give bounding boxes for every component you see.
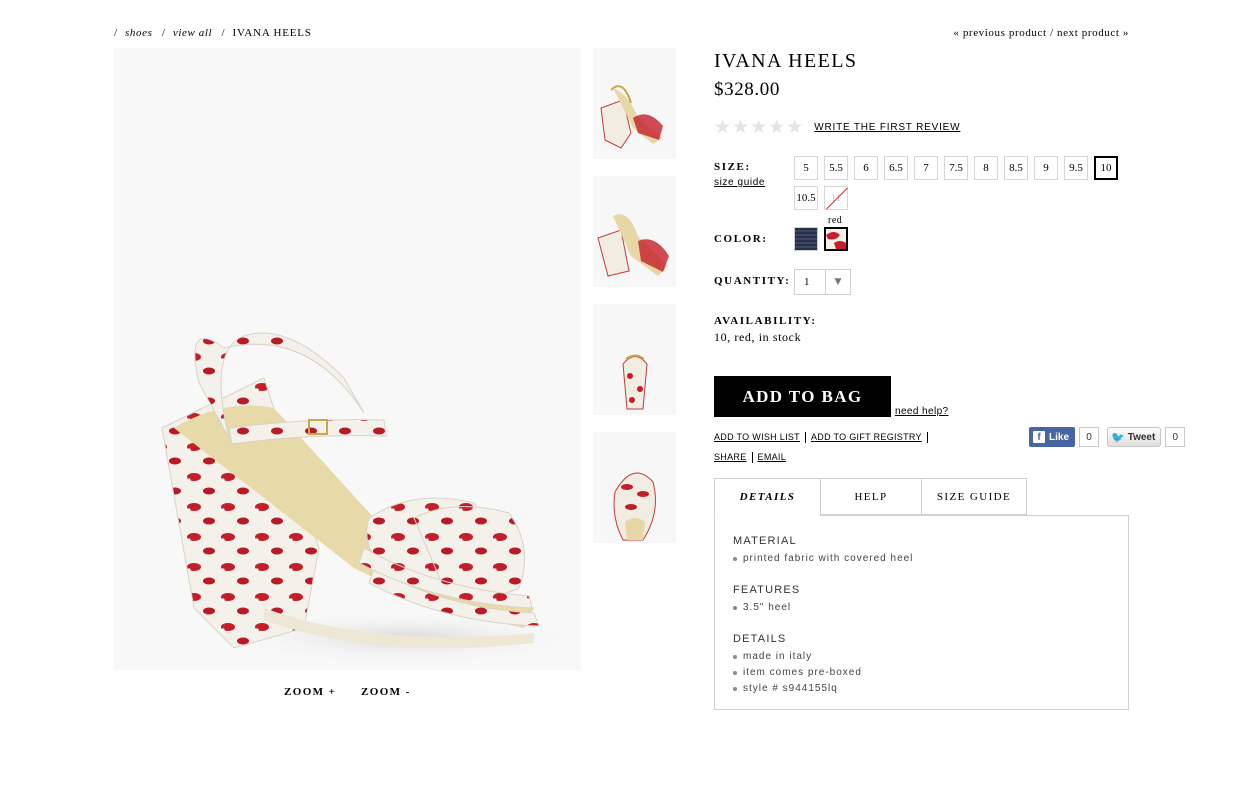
next-product-link[interactable]: next product » <box>1057 27 1129 39</box>
quantity-label: QUANTITY: <box>714 275 791 287</box>
color-selector <box>794 227 854 251</box>
add-to-bag-button[interactable]: ADD TO BAG <box>714 376 891 417</box>
like-count: 0 <box>1079 427 1100 447</box>
chevron-down-icon[interactable]: ▼ <box>825 270 850 294</box>
thumbnail-shoe-image <box>613 472 656 541</box>
tab-help[interactable]: HELP <box>820 478 921 515</box>
size-selector: 5 5.5 6 6.5 7 7.5 8 8.5 9 9.5 10 10.5 11 <box>794 156 1134 216</box>
product-price: $328.00 <box>714 79 780 100</box>
zoom-in-button[interactable]: ZOOM + <box>284 686 336 698</box>
breadcrumb: / shoes / view all / IVANA HEELS <box>114 27 312 39</box>
link-divider <box>804 432 806 444</box>
breadcrumb-current: IVANA HEELS <box>232 27 312 39</box>
link-divider <box>926 432 928 444</box>
tab-details[interactable]: DETAILS <box>714 478 820 516</box>
section-heading: FEATURES <box>733 584 801 596</box>
availability-label: AVAILABILITY: <box>714 315 817 327</box>
thumbnail-shoe-image <box>597 214 669 277</box>
product-title: IVANA HEELS <box>714 50 858 72</box>
detail-item: style # s944155lq <box>733 681 1110 697</box>
add-to-gift-registry-link[interactable]: ADD TO GIFT REGISTRY <box>811 432 922 442</box>
thumbnail-back-view[interactable] <box>593 304 676 415</box>
size-option-unavailable[interactable]: 11 <box>824 186 848 210</box>
size-guide-link[interactable]: size guide <box>714 177 765 188</box>
need-help-link[interactable]: need help? <box>895 406 949 417</box>
size-option[interactable]: 9 <box>1034 156 1058 180</box>
thumbnail-front-view[interactable] <box>593 176 676 287</box>
breadcrumb-shoes[interactable]: shoes <box>125 27 152 39</box>
breadcrumb-separator: / <box>161 27 166 39</box>
swatch-pattern <box>826 229 846 249</box>
facebook-like-widget: f Like 0 <box>1029 427 1100 447</box>
size-option[interactable]: 5 <box>794 156 818 180</box>
size-option[interactable]: 7 <box>914 156 938 180</box>
thumbnail-shoe-image <box>622 354 648 410</box>
breadcrumb-separator: / <box>221 27 226 39</box>
tweet-count: 0 <box>1165 427 1186 447</box>
size-option[interactable]: 8 <box>974 156 998 180</box>
thumbnail-shoe-image <box>600 85 663 149</box>
share-link[interactable]: SHARE <box>714 452 747 462</box>
size-option-selected[interactable]: 10 <box>1094 156 1118 180</box>
section-heading: DETAILS <box>733 633 787 645</box>
details-panel: MATERIAL printed fabric with covered hee… <box>714 515 1129 710</box>
thumbnail-top-view[interactable] <box>593 432 676 543</box>
size-option[interactable]: 6 <box>854 156 878 180</box>
write-review-link[interactable]: WRITE THE FIRST REVIEW <box>814 122 960 133</box>
color-label: COLOR: <box>714 233 768 245</box>
previous-product-link[interactable]: « previous product <box>953 27 1046 39</box>
detail-item: 3.5" heel <box>733 600 1110 616</box>
size-label: SIZE: <box>714 161 751 173</box>
size-option[interactable]: 5.5 <box>824 156 848 180</box>
size-option[interactable]: 8.5 <box>1004 156 1028 180</box>
product-info: IVANA HEELS $328.00 <box>714 50 1134 101</box>
selected-color-name: red <box>828 215 843 226</box>
details-section-material: MATERIAL printed fabric with covered hee… <box>733 535 1110 567</box>
size-option[interactable]: 10.5 <box>794 186 818 210</box>
color-swatch-red[interactable] <box>824 227 848 251</box>
thumbnail-list <box>593 48 676 560</box>
link-divider <box>751 452 753 464</box>
share-links: SHARE EMAIL <box>714 452 787 464</box>
breadcrumb-separator: / <box>114 27 118 39</box>
zoom-out-button[interactable]: ZOOM - <box>361 686 411 698</box>
facebook-icon: f <box>1033 431 1045 443</box>
thumbnail-side-view[interactable] <box>593 48 676 159</box>
star-icon[interactable]: ★ <box>750 118 767 137</box>
detail-item: printed fabric with covered heel <box>733 551 1110 567</box>
color-swatch-navy[interactable] <box>794 227 818 251</box>
twitter-bird-icon: 🐦 <box>1111 431 1125 444</box>
details-section-details: DETAILS made in italy item comes pre-box… <box>733 633 1110 697</box>
add-to-wish-list-link[interactable]: ADD TO WISH LIST <box>714 432 800 442</box>
detail-item: made in italy <box>733 649 1110 665</box>
tweet-button[interactable]: 🐦 Tweet <box>1107 427 1162 447</box>
shoe-illustration <box>161 332 581 666</box>
quantity-value: 1 <box>804 276 810 288</box>
size-option[interactable]: 9.5 <box>1064 156 1088 180</box>
availability-value: 10, red, in stock <box>714 330 802 344</box>
details-section-features: FEATURES 3.5" heel <box>733 584 1110 616</box>
tweet-label: Tweet <box>1127 431 1156 443</box>
section-heading: MATERIAL <box>733 535 797 547</box>
size-option[interactable]: 7.5 <box>944 156 968 180</box>
size-option[interactable]: 6.5 <box>884 156 908 180</box>
main-product-image[interactable] <box>114 48 581 670</box>
product-navigation: « previous product / next product » <box>953 27 1129 39</box>
star-icon[interactable]: ★ <box>732 118 749 137</box>
facebook-like-button[interactable]: f Like <box>1029 427 1076 447</box>
twitter-tweet-widget: 🐦 Tweet 0 <box>1107 427 1186 447</box>
rating: ★ ★ ★ ★ ★ WRITE THE FIRST REVIEW <box>714 118 960 137</box>
tab-size-guide[interactable]: SIZE GUIDE <box>921 478 1027 515</box>
product-nav-separator: / <box>1050 27 1054 39</box>
star-icon[interactable]: ★ <box>786 118 803 137</box>
quantity-select[interactable]: 1 ▼ <box>794 269 851 295</box>
star-icon[interactable]: ★ <box>768 118 785 137</box>
wishlist-links: ADD TO WISH LIST ADD TO GIFT REGISTRY <box>714 432 933 444</box>
detail-item: item comes pre-boxed <box>733 665 1110 681</box>
like-label: Like <box>1049 431 1070 443</box>
email-link[interactable]: EMAIL <box>758 452 787 462</box>
star-icon[interactable]: ★ <box>714 118 731 137</box>
breadcrumb-view-all[interactable]: view all <box>173 27 212 39</box>
product-tabs: DETAILS HELP SIZE GUIDE <box>714 478 1027 516</box>
